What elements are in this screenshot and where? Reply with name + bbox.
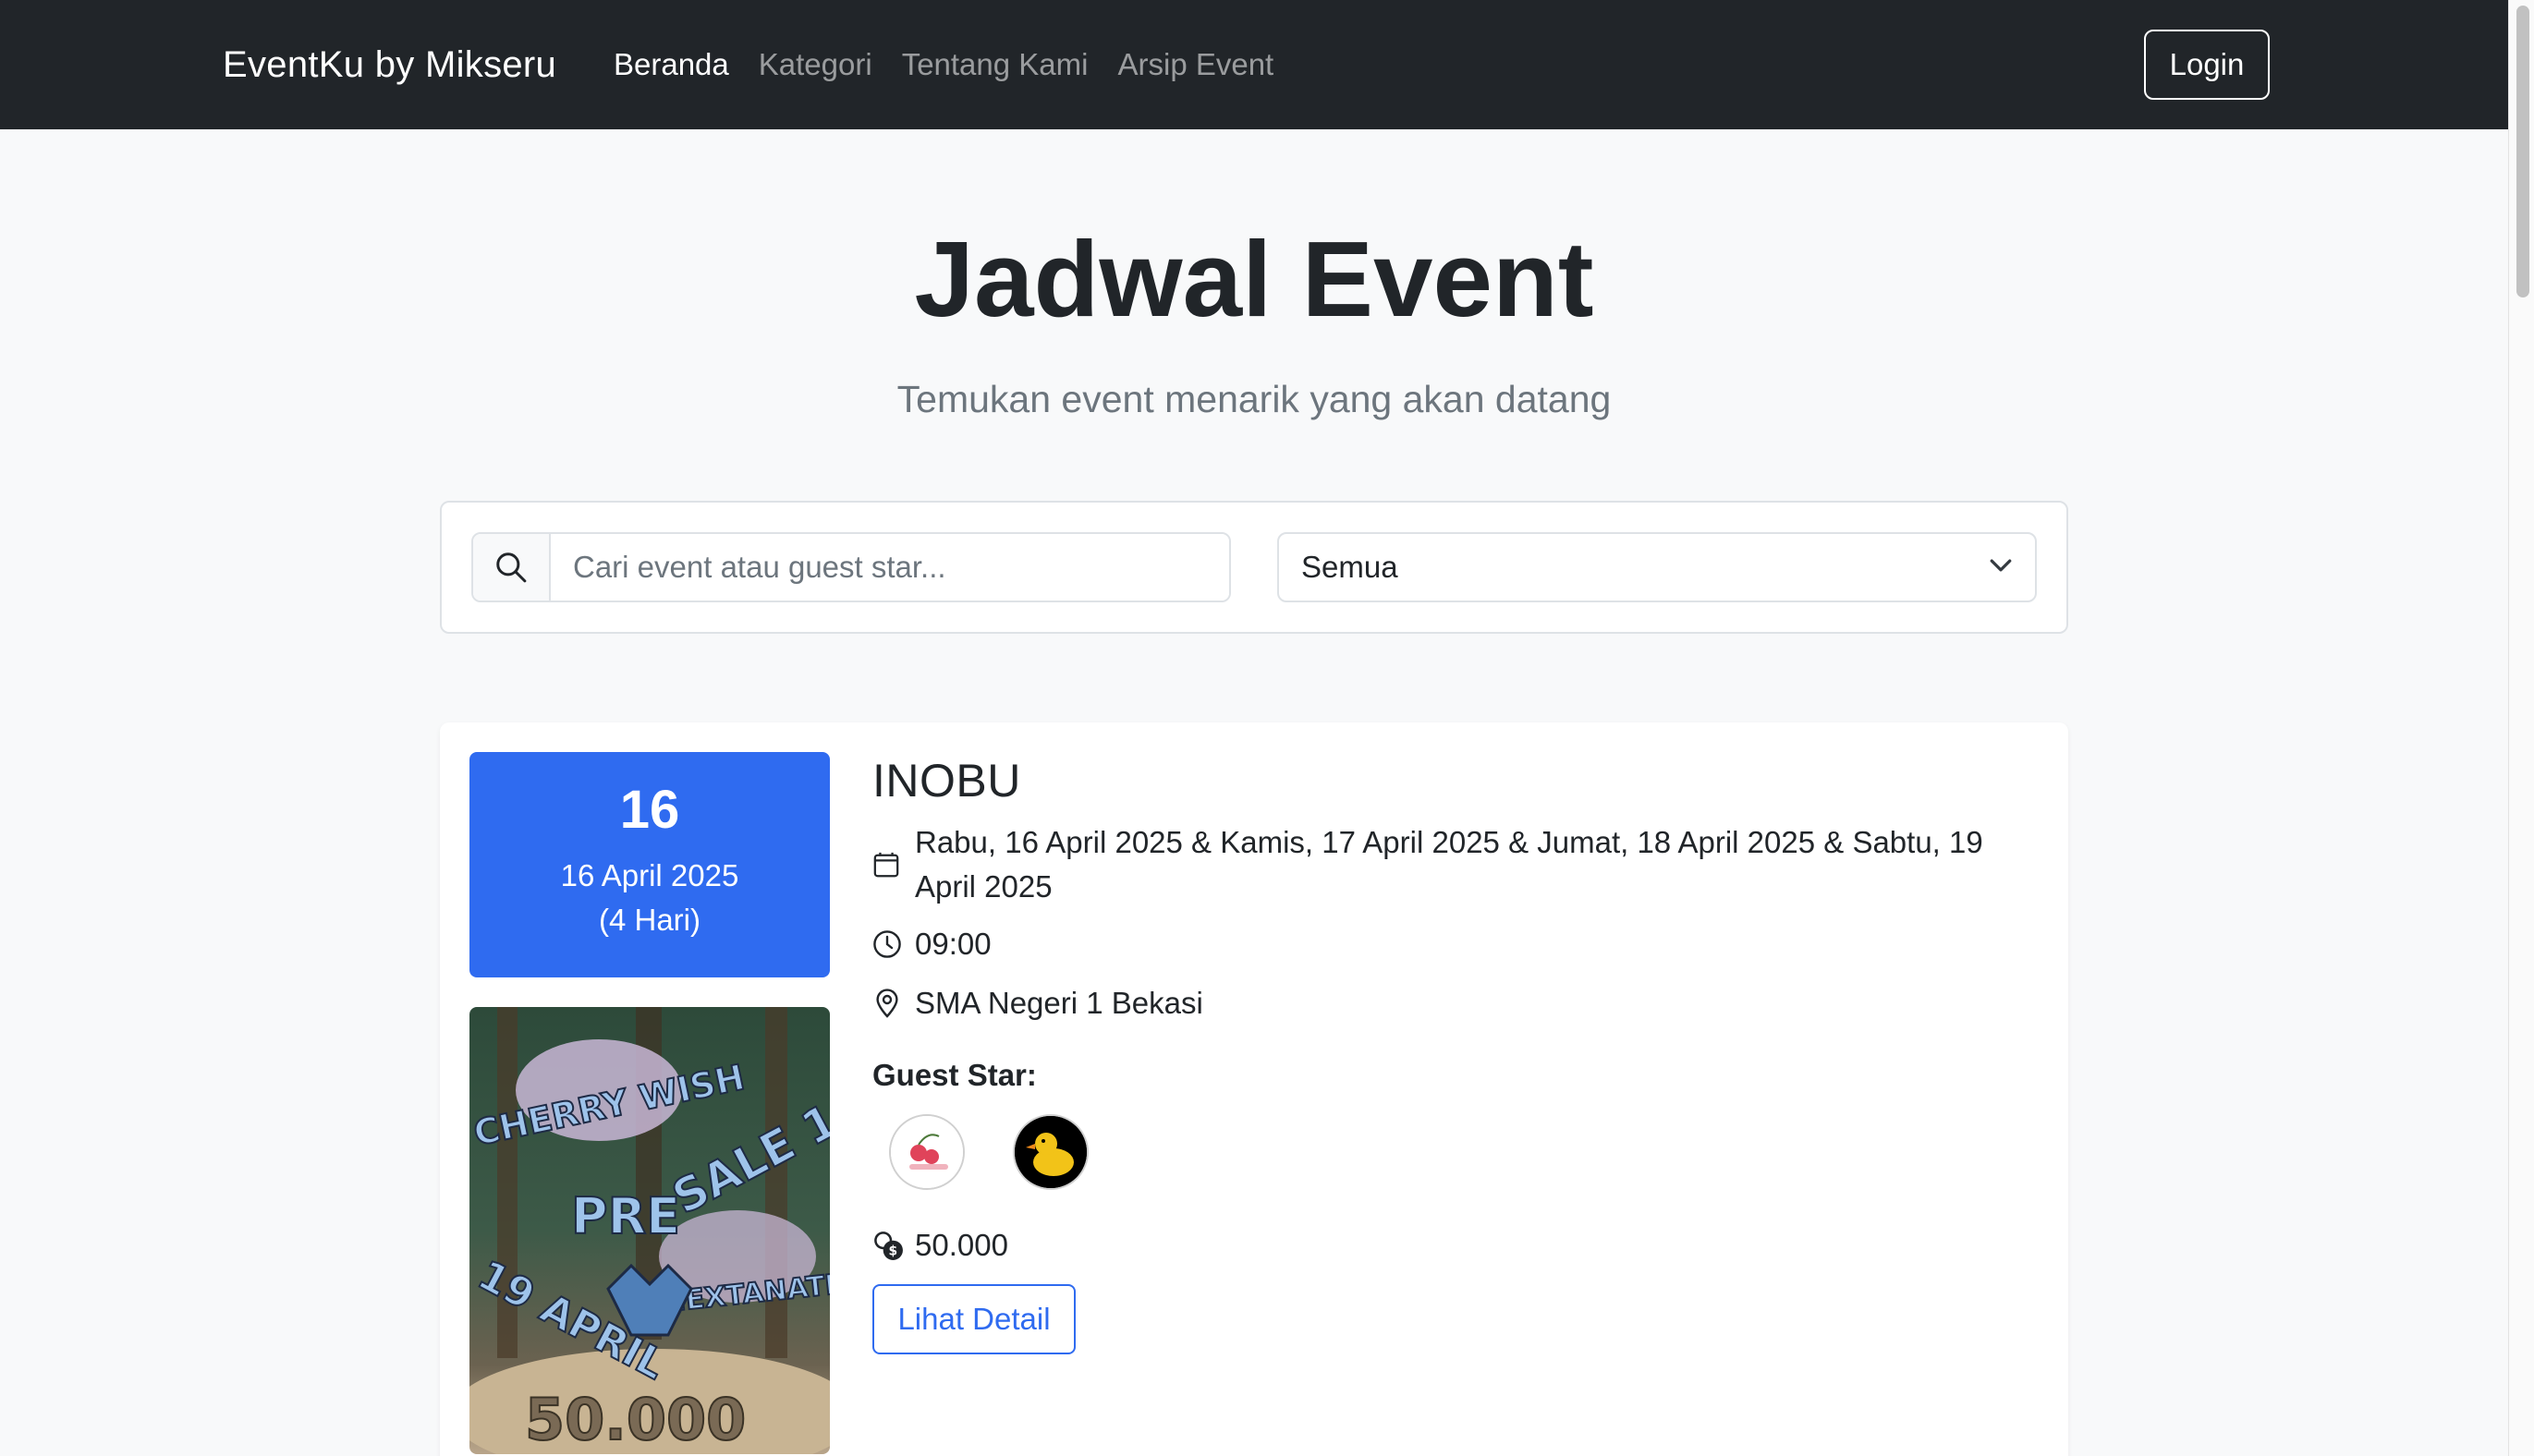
location-pin-icon bbox=[872, 981, 915, 1025]
poster-price-text: 50.000 bbox=[525, 1386, 746, 1453]
event-time-row: 09:00 bbox=[872, 922, 2037, 966]
guest-avatar-cherry-wish[interactable] bbox=[889, 1114, 965, 1190]
brand-link[interactable]: EventKu by Mikseru bbox=[223, 37, 556, 92]
event-date-badge: 16 16 April 2025 (4 Hari) bbox=[469, 752, 830, 977]
category-select-value: Semua bbox=[1301, 550, 1398, 584]
navbar: EventKu by Mikseru Beranda Kategori Tent… bbox=[0, 0, 2508, 129]
event-date-full: 16 April 2025 bbox=[560, 858, 739, 892]
event-card: 16 16 April 2025 (4 Hari) CHERRY WISH PR… bbox=[440, 722, 2068, 1456]
event-poster-image[interactable]: CHERRY WISH PRE SALE 1 19 APRIL NEXTANAT… bbox=[469, 1007, 830, 1454]
filter-card: Semua bbox=[440, 501, 2068, 634]
coins-icon: $ bbox=[872, 1223, 915, 1268]
poster-text-2: PRE bbox=[571, 1187, 680, 1245]
login-button[interactable]: Login bbox=[2144, 30, 2270, 100]
nav-link-kategori[interactable]: Kategori bbox=[759, 37, 872, 92]
calendar-icon bbox=[872, 820, 915, 909]
nav-link-tentang-kami[interactable]: Tentang Kami bbox=[902, 37, 1089, 92]
search-input[interactable] bbox=[551, 534, 1229, 601]
nav-link-arsip-event[interactable]: Arsip Event bbox=[1117, 37, 1273, 92]
guest-avatar-nextanative[interactable] bbox=[1013, 1114, 1089, 1190]
event-info: INOBU Rabu, 16 April 2025 & Kamis, 17 Ap… bbox=[872, 750, 2037, 1354]
event-title: INOBU bbox=[872, 755, 1021, 807]
event-time: 09:00 bbox=[915, 927, 992, 961]
nav-link-beranda[interactable]: Beranda bbox=[614, 37, 729, 92]
page-scrollbar[interactable] bbox=[2508, 0, 2534, 1456]
event-price: 50.000 bbox=[915, 1228, 1008, 1262]
page-subtitle: Temukan event menarik yang akan datang bbox=[896, 378, 1612, 420]
search-group bbox=[471, 532, 1231, 602]
scrollbar-thumb[interactable] bbox=[2516, 6, 2529, 297]
clock-icon bbox=[872, 922, 915, 966]
page-title: Jadwal Event bbox=[914, 219, 1594, 339]
event-duration: (4 Hari) bbox=[598, 903, 701, 937]
svg-text:$: $ bbox=[889, 1244, 898, 1259]
guest-star-list bbox=[889, 1114, 2037, 1190]
chevron-down-icon bbox=[1989, 550, 2013, 585]
event-price-row: $ 50.000 bbox=[872, 1223, 2037, 1268]
event-location: SMA Negeri 1 Bekasi bbox=[915, 986, 1203, 1020]
event-day: 16 bbox=[619, 780, 680, 840]
guest-star-label: Guest Star: bbox=[872, 1058, 1037, 1092]
event-location-row: SMA Negeri 1 Bekasi bbox=[872, 981, 2037, 1025]
detail-button[interactable]: Lihat Detail bbox=[872, 1284, 1076, 1354]
event-dates-row: Rabu, 16 April 2025 & Kamis, 17 April 20… bbox=[872, 820, 2037, 909]
category-select[interactable]: Semua bbox=[1277, 532, 2037, 602]
nav-links: Beranda Kategori Tentang Kami Arsip Even… bbox=[614, 37, 1273, 92]
event-dates: Rabu, 16 April 2025 & Kamis, 17 April 20… bbox=[915, 825, 1983, 904]
search-icon bbox=[473, 534, 551, 601]
